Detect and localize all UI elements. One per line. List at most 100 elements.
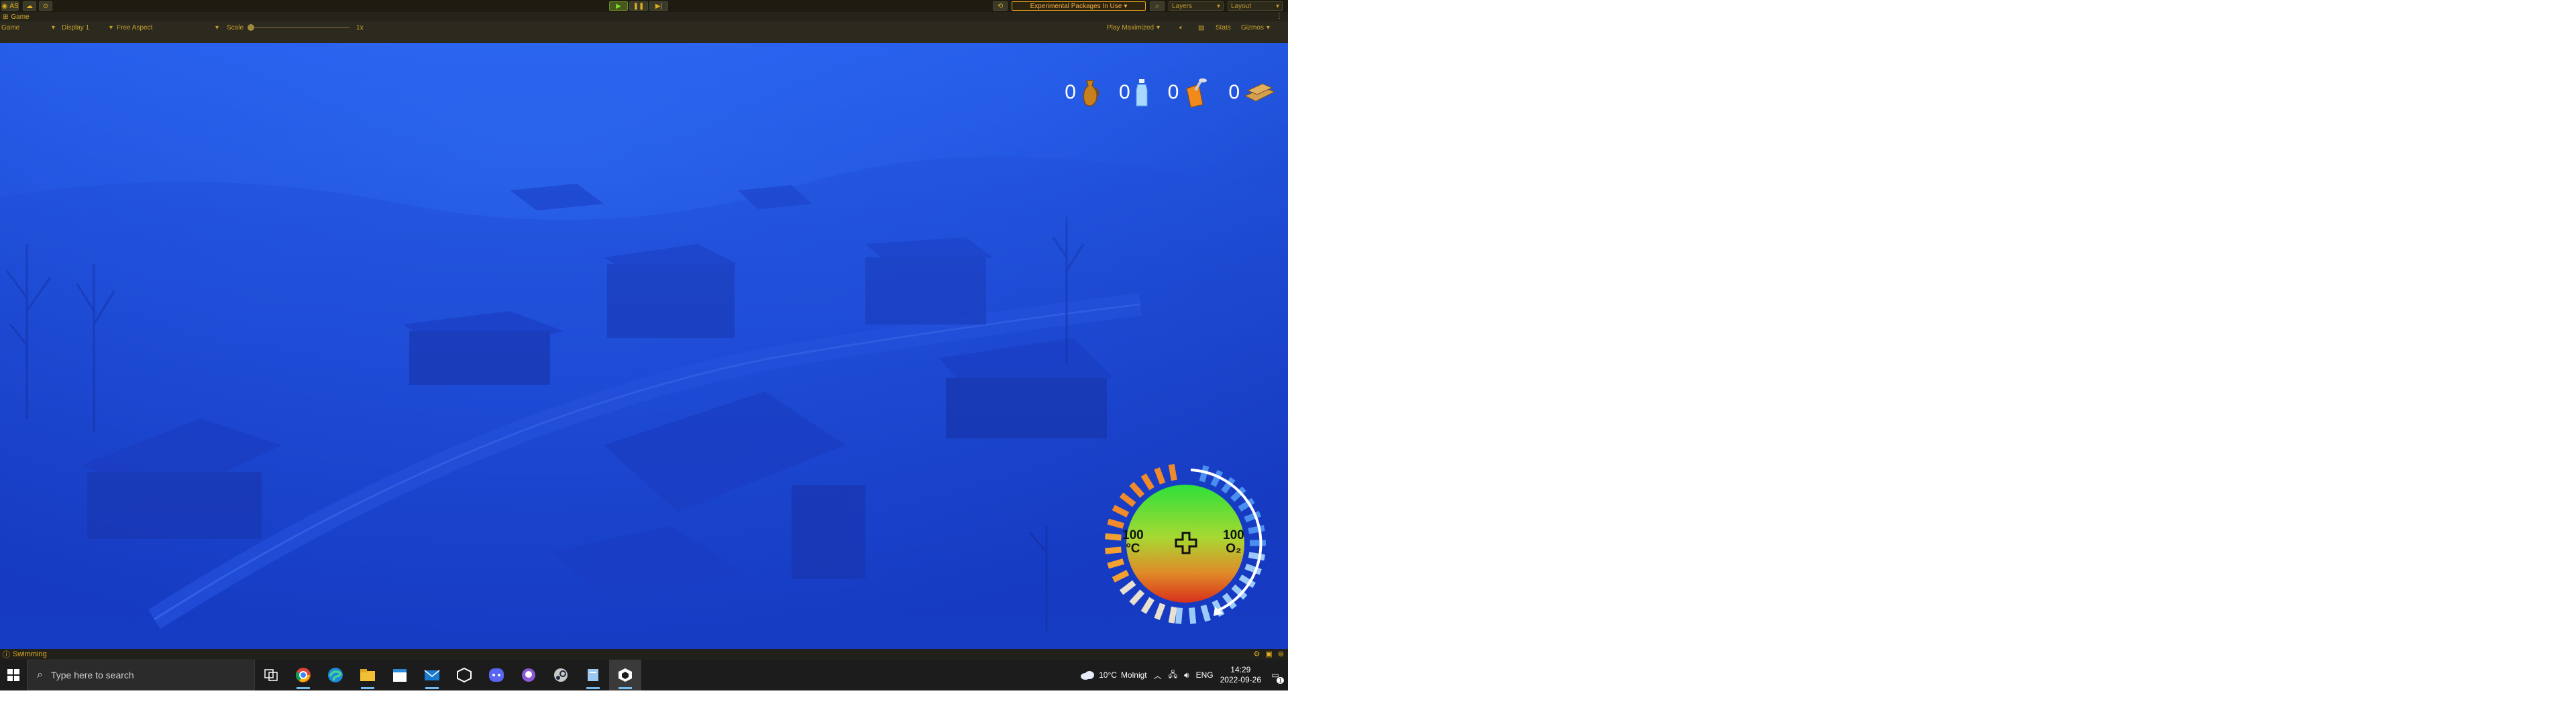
debug-icon[interactable]: ⚙: [1254, 650, 1260, 658]
chevron-up-icon[interactable]: ︿: [1154, 670, 1162, 681]
mute-audio-button[interactable]: 🔈︎: [1179, 23, 1183, 32]
play-button[interactable]: ▶: [609, 1, 628, 11]
gizmos-dropdown[interactable]: Gizmos ▾: [1241, 23, 1270, 32]
view-dropdown[interactable]: Game ▾: [1, 23, 55, 32]
network-icon[interactable]: 🖧︎: [1169, 668, 1177, 682]
collab-icon: ⊙: [42, 2, 49, 10]
game-tab-bar: ⊞ Game ⋮: [0, 12, 1288, 21]
game-view-toolbar: Game ▾ Display 1 ▾ Free Aspect ▾ Scale 1…: [0, 21, 1288, 43]
taskbar-search[interactable]: ⌕ Type here to search: [27, 660, 255, 690]
pause-icon: ❚❚: [633, 2, 645, 10]
speaker-icon[interactable]: 🔊︎: [1184, 670, 1189, 680]
gauge-tick: [1248, 525, 1265, 534]
layout-label: Layout: [1231, 2, 1252, 10]
weather-temp: 10°C: [1099, 670, 1117, 680]
taskbar-mail[interactable]: [416, 660, 448, 690]
running-indicator: [425, 687, 439, 689]
water-bottle-icon: [1136, 79, 1148, 107]
jug-icon: [1083, 80, 1099, 107]
scale-value: 1x: [356, 23, 364, 32]
inventory-counters: 0 0 0 0: [1065, 76, 1276, 109]
pause-button[interactable]: ❚❚: [629, 1, 648, 11]
settings-icon[interactable]: ⊛: [1278, 650, 1284, 658]
account-icon: ◉: [1, 2, 8, 10]
scale-label: Scale: [227, 23, 244, 32]
gauge-tick: [1107, 558, 1124, 569]
temperature-unit: °C: [1126, 542, 1140, 556]
search-button[interactable]: ⌕: [1150, 1, 1165, 11]
chevron-down-icon: ▾: [109, 23, 113, 32]
game-viewport[interactable]: 0 0 0 0 100 °C 100 O₂: [0, 43, 1288, 649]
taskbar-unity-hub[interactable]: [448, 660, 480, 690]
github-desktop-icon: [522, 668, 535, 682]
temperature-value: 100: [1122, 528, 1144, 542]
progress-icon[interactable]: ▣: [1265, 650, 1272, 658]
language-indicator[interactable]: ENG: [1196, 670, 1214, 680]
aspect-label: Free Aspect: [117, 23, 153, 32]
taskbar-edge[interactable]: [319, 660, 352, 690]
gauge-tick: [1200, 604, 1211, 622]
taskbar-github[interactable]: [513, 660, 545, 690]
search-icon: ⌕: [1155, 2, 1159, 10]
unity-hub-icon: [457, 668, 472, 682]
chevron-down-icon: ▾: [51, 23, 55, 32]
status-message[interactable]: Swimming: [13, 650, 47, 658]
taskbar-steam[interactable]: [545, 660, 577, 690]
chevron-down-icon: ▾: [1275, 2, 1279, 10]
speaker-icon: 🔈︎: [1179, 23, 1183, 32]
account-label: AS: [9, 2, 19, 10]
stats-button[interactable]: Stats: [1216, 23, 1231, 32]
account-dropdown[interactable]: ◉ AS: [1, 1, 19, 11]
taskbar-chrome[interactable]: [287, 660, 319, 690]
collab-button[interactable]: ⊙: [39, 1, 52, 11]
gauge-tick: [1140, 473, 1155, 491]
weather-desc: Molnigt: [1120, 670, 1147, 680]
weather-widget[interactable]: 10°C Molnigt: [1080, 670, 1147, 680]
wood-planks-icon: [1244, 83, 1276, 102]
scale-slider-handle[interactable]: [248, 24, 255, 31]
experimental-packages-dropdown[interactable]: Experimental Packages In Use ▾: [1012, 1, 1146, 11]
scale-slider[interactable]: [248, 24, 350, 31]
taskbar-discord[interactable]: [480, 660, 513, 690]
taskbar-files[interactable]: [577, 660, 609, 690]
aspect-dropdown[interactable]: Free Aspect ▾: [117, 23, 219, 32]
layers-dropdown[interactable]: Layers ▾: [1169, 1, 1224, 11]
search-placeholder: Type here to search: [50, 670, 134, 680]
taskbar-file-explorer[interactable]: [352, 660, 384, 690]
counter-wood: 0: [1228, 81, 1276, 104]
oxygen-unit: O₂: [1226, 542, 1242, 556]
system-tray: 10°C Molnigt ︿ 🖧︎ 🔊︎ ENG 14:29 2022-09-2…: [1080, 660, 1288, 690]
gauge-tick: [1168, 464, 1177, 481]
scale-control: Scale 1x: [227, 23, 364, 32]
task-view-button[interactable]: [255, 660, 287, 690]
display-dropdown[interactable]: Display 1 ▾: [62, 23, 113, 32]
discord-icon: [489, 668, 504, 682]
empty-screen-area: [1288, 0, 2576, 724]
notification-count: 1: [1276, 677, 1284, 684]
windows-taskbar: ⌕ Type here to search 10°C Molnigt ︿ 🖧︎ …: [0, 660, 1288, 690]
step-button[interactable]: ▶|: [649, 1, 668, 11]
file-explorer-icon: [360, 669, 375, 681]
running-indicator: [297, 687, 310, 689]
more-options-icon[interactable]: ⋮: [1276, 13, 1283, 20]
packages-label: Experimental Packages In Use: [1030, 2, 1122, 10]
cloud-icon: [1081, 671, 1095, 680]
taskbar-calendar[interactable]: [384, 660, 416, 690]
notification-button[interactable]: ▭ 1: [1268, 668, 1284, 684]
gamepad-icon: ⊞: [3, 13, 9, 21]
layout-dropdown[interactable]: Layout ▾: [1228, 1, 1283, 11]
play-mode-dropdown[interactable]: Play Maximized ▾: [1107, 23, 1160, 32]
info-icon: ⓘ: [3, 651, 10, 659]
clock[interactable]: 14:29 2022-09-26: [1220, 665, 1261, 685]
start-button[interactable]: [0, 660, 27, 690]
counter-water: 0: [1119, 78, 1149, 107]
history-button[interactable]: ⟲: [993, 1, 1008, 11]
status-icons: ⚙ ▣ ⊛: [1254, 650, 1285, 658]
cloud-icon: ☁: [26, 2, 33, 10]
gauge-tick: [1244, 563, 1262, 575]
taskbar-unity[interactable]: [609, 660, 641, 690]
tab-game[interactable]: ⊞ Game: [3, 13, 30, 21]
cloud-button[interactable]: ☁: [23, 1, 36, 11]
shortcuts-button[interactable]: ▤: [1198, 23, 1204, 32]
play-icon: ▶: [616, 2, 621, 10]
